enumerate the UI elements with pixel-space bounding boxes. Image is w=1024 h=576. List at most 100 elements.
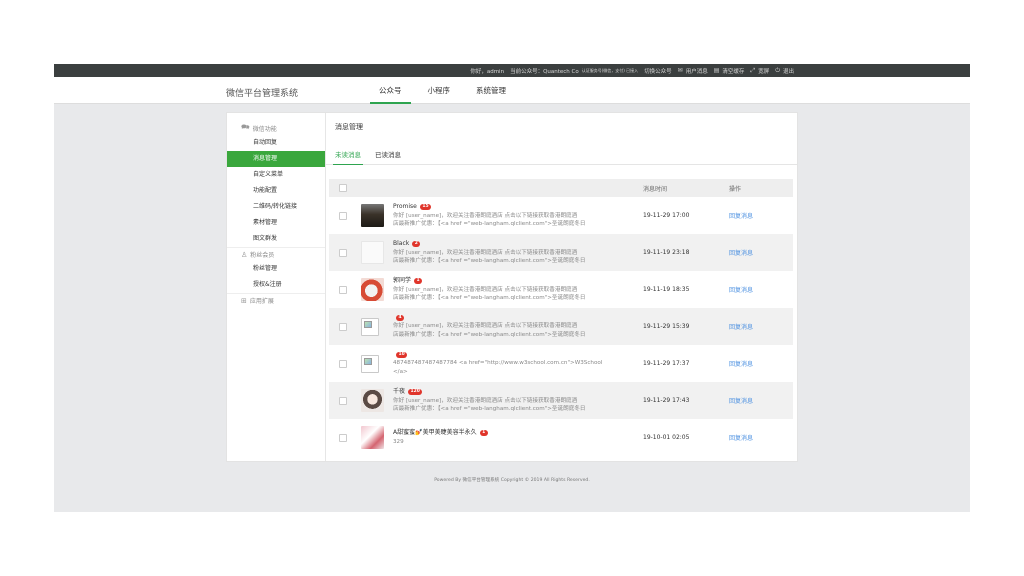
- sidebar-item-auto-reply[interactable]: 自动回复: [227, 135, 325, 151]
- fan-nickname: Black 2: [393, 240, 586, 248]
- logout-link[interactable]: ⏻ 退出: [775, 67, 794, 75]
- message-line: 487487487487487784 <a href="http://www.w…: [393, 360, 603, 367]
- reply-button[interactable]: 回复消息: [729, 396, 753, 405]
- avatar: [361, 389, 384, 412]
- reply-button[interactable]: 回复消息: [729, 248, 753, 257]
- brand-title: 微信平台管理系统: [226, 89, 299, 99]
- reply-button[interactable]: 回复消息: [729, 322, 753, 331]
- user-icon: ♙: [241, 250, 248, 259]
- sidebar-section-fans[interactable]: ♙ 粉丝会员: [227, 247, 325, 261]
- message-icon: ✉: [677, 67, 683, 74]
- broken-image-icon: [361, 317, 379, 336]
- reply-button[interactable]: 回复消息: [729, 433, 753, 442]
- fullscreen-link[interactable]: ⤢ 宽屏: [750, 67, 769, 75]
- row-checkbox[interactable]: [339, 322, 347, 331]
- row-checkbox[interactable]: [339, 359, 347, 368]
- sidebar-section-extensions[interactable]: ⊞ 应用扩展: [227, 293, 325, 307]
- message-line: 店最新推广优惠：【<a href ="web-langham.qlclient.…: [393, 294, 586, 301]
- message-time: 19-11-19 18:35: [643, 286, 690, 293]
- message-line: 你好 [user_name]，欢迎关注香港朗庭酒店 点击以下链接获取香港朗庭酒: [393, 212, 578, 219]
- fan-cell: 千夜 120 你好 [user_name]，欢迎关注香港朗庭酒店 点击以下链接获…: [361, 382, 611, 419]
- fan-cell: Promise 15 你好 [user_name]，欢迎关注香港朗庭酒店 点击以…: [361, 197, 611, 234]
- fan-nickname: 4: [393, 315, 586, 322]
- nav-tab-official-account[interactable]: 公众号: [370, 77, 410, 104]
- avatar: [361, 204, 384, 227]
- sidebar-section-wechat[interactable]: 🗪 微信功能: [227, 121, 325, 135]
- fan-cell: 郭同学 1 你好 [user_name]，欢迎关注香港朗庭酒店 点击以下链接获取…: [361, 271, 611, 308]
- fan-cell: 10 487487487487487784 <a href="http://ww…: [361, 345, 611, 382]
- table-row: A甜蜜蜜💅美甲美睫美容半永久 1 329 19-10-01 02:05 回复消息: [329, 419, 793, 456]
- greeting-text: 你好，admin: [470, 68, 505, 75]
- unread-badge: 15: [419, 204, 432, 211]
- sidebar-item-feature-config[interactable]: 功能配置: [227, 183, 325, 199]
- table-row: Black 2 你好 [user_name]，欢迎关注香港朗庭酒店 点击以下链接…: [329, 234, 793, 271]
- table-row: 10 487487487487487784 <a href="http://ww…: [329, 345, 793, 382]
- sidebar-item-fans-management[interactable]: 粉丝管理: [227, 261, 325, 277]
- top-status-bar: 你好，admin 当前公众号：Quantech Co 认证服务号(微信，支付) …: [54, 64, 970, 77]
- sidebar-item-qrcode-links[interactable]: 二维码/转化链接: [227, 199, 325, 215]
- sidebar-item-custom-menu[interactable]: 自定义菜单: [227, 167, 325, 183]
- message-time: 19-11-19 23:18: [643, 249, 690, 256]
- reply-button[interactable]: 回复消息: [729, 285, 753, 294]
- row-checkbox[interactable]: [339, 285, 347, 294]
- switch-account-link[interactable]: 切换公众号: [644, 67, 672, 75]
- sidebar-item-materials[interactable]: 素材管理: [227, 215, 325, 231]
- broken-image-icon: [361, 354, 379, 373]
- fan-nickname: 千夜 120: [393, 388, 586, 396]
- main-header: 微信平台管理系统 公众号 小程序 系统管理: [54, 77, 970, 104]
- grid-icon: ⊞: [241, 296, 247, 305]
- chat-icon: 🗪: [241, 122, 250, 131]
- unread-badge: 1: [479, 430, 488, 437]
- row-checkbox[interactable]: [339, 211, 347, 220]
- message-line: 你好 [user_name]，欢迎关注香港朗庭酒店 点击以下链接获取香港朗庭酒: [393, 397, 578, 404]
- reply-button[interactable]: 回复消息: [729, 211, 753, 220]
- message-time: 19-11-29 17:43: [643, 397, 690, 404]
- message-line: 店最新推广优惠：【<a href ="web-langham.qlclient.…: [393, 331, 586, 338]
- select-all-checkbox[interactable]: [339, 184, 347, 192]
- avatar: [361, 241, 384, 264]
- unread-badge: 2: [412, 241, 421, 248]
- sidebar-item-message-management[interactable]: 消息管理: [227, 151, 325, 167]
- unread-badge: 120: [408, 389, 423, 396]
- content-area: 消息管理 未读消息 已读消息 粉丝 消息时间 操作: [326, 113, 797, 461]
- unread-badge: 10: [396, 352, 408, 359]
- table-row: Promise 15 你好 [user_name]，欢迎关注香港朗庭酒店 点击以…: [329, 197, 793, 234]
- user-messages-link[interactable]: ✉ 用户消息: [678, 67, 708, 75]
- message-line: 你好 [user_name]，欢迎关注香港朗庭酒店 点击以下链接获取香港朗庭酒: [393, 249, 578, 256]
- avatar: [361, 278, 384, 301]
- message-line: </a>: [393, 368, 408, 375]
- reply-button[interactable]: 回复消息: [729, 359, 753, 368]
- message-time: 19-10-01 02:05: [643, 434, 690, 441]
- message-line: 你好 [user_name]，欢迎关注香港朗庭酒店 点击以下链接获取香港朗庭酒: [393, 323, 578, 330]
- row-checkbox[interactable]: [339, 433, 347, 442]
- message-line: 店最新推广优惠：【<a href ="web-langham.qlclient.…: [393, 257, 586, 264]
- fan-cell: 4 你好 [user_name]，欢迎关注香港朗庭酒店 点击以下链接获取香港朗庭…: [361, 308, 611, 345]
- clear-cache-link[interactable]: ▤ 清空缓存: [714, 67, 745, 75]
- fan-nickname: 10: [393, 352, 602, 359]
- fan-nickname: Promise 15: [393, 203, 586, 211]
- row-checkbox[interactable]: [339, 248, 347, 257]
- sidebar-item-broadcast[interactable]: 图文群发: [227, 231, 325, 247]
- message-line: 329: [393, 438, 404, 445]
- message-line: 店最新推广优惠：【<a href ="web-langham.qlclient.…: [393, 220, 586, 227]
- message-time: 19-11-29 17:00: [643, 212, 690, 219]
- tab-unread[interactable]: 未读消息: [333, 141, 363, 165]
- message-tabs: 未读消息 已读消息: [326, 141, 797, 165]
- unread-badge: 1: [414, 278, 423, 285]
- column-time: 消息时间: [643, 185, 668, 193]
- row-checkbox[interactable]: [339, 396, 347, 405]
- page-title: 消息管理: [335, 123, 363, 131]
- table-row: 郭同学 1 你好 [user_name]，欢迎关注香港朗庭酒店 点击以下链接获取…: [329, 271, 793, 308]
- footer-copyright: Powered By 微信平台管理系统 Copyright © 2019 All…: [434, 478, 590, 483]
- table-row: 千夜 120 你好 [user_name]，欢迎关注香港朗庭酒店 点击以下链接获…: [329, 382, 793, 419]
- table-header: 粉丝 消息时间 操作: [329, 179, 793, 322]
- sidebar-item-auth-register[interactable]: 授权&注册: [227, 277, 325, 293]
- tab-read[interactable]: 已读消息: [375, 141, 401, 164]
- nav-tab-system-management[interactable]: 系统管理: [473, 77, 509, 104]
- message-table: 粉丝 消息时间 操作 Promise 15 你好 [user_name]，: [329, 179, 793, 456]
- column-actions: 操作: [729, 185, 742, 193]
- sidebar: 🗪 微信功能 自动回复 消息管理 自定义菜单 功能配置 二维码/转化链接 素材管…: [227, 113, 326, 461]
- message-line: 店最新推广优惠：【<a href ="web-langham.qlclient.…: [393, 405, 586, 412]
- main-panel: 🗪 微信功能 自动回复 消息管理 自定义菜单 功能配置 二维码/转化链接 素材管…: [226, 112, 798, 462]
- nav-tab-mini-program[interactable]: 小程序: [425, 77, 454, 104]
